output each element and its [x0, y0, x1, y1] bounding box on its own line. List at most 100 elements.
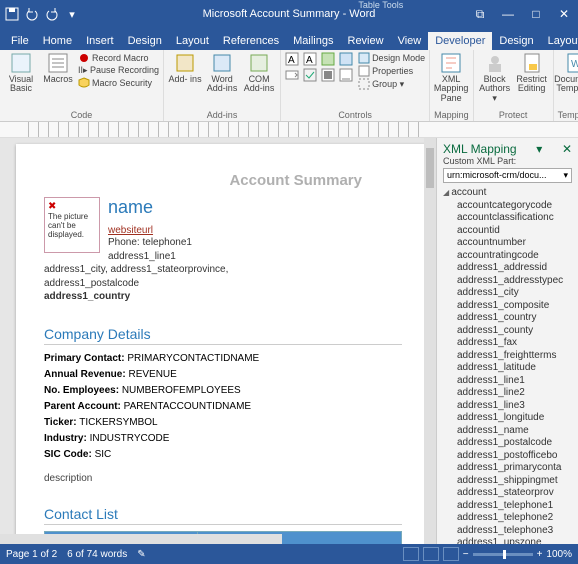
tree-node[interactable]: accountratingcode — [443, 250, 576, 263]
controls-gallery[interactable]: A A — [285, 52, 355, 82]
addr-line2[interactable]: address1_city, address1_stateorprovince, — [44, 264, 228, 275]
undo-icon[interactable] — [24, 6, 40, 22]
word-count[interactable]: 6 of 74 words — [67, 549, 127, 560]
detail-value[interactable]: PRIMARYCONTACTIDNAME — [127, 353, 259, 364]
detail-value[interactable]: PARENTACCOUNTIDNAME — [124, 401, 251, 412]
redo-icon[interactable] — [44, 6, 60, 22]
web-layout-button[interactable] — [443, 547, 459, 561]
group-button[interactable]: Group ▾ — [358, 78, 425, 90]
tree-node[interactable]: address1_country — [443, 312, 576, 325]
macro-security-button[interactable]: Macro Security — [78, 77, 159, 89]
design-mode-button[interactable]: Design Mode — [358, 52, 425, 64]
tree-root[interactable]: account — [443, 187, 576, 200]
pause-recording-button[interactable]: II▸ Pause Recording — [78, 65, 159, 76]
document-template-button[interactable]: WDocument Template — [558, 52, 578, 94]
tree-node[interactable]: address1_composite — [443, 300, 576, 313]
tree-node[interactable]: address1_telephone1 — [443, 500, 576, 513]
tab-view[interactable]: View — [391, 32, 429, 50]
spellcheck-icon[interactable]: ✎ — [137, 549, 145, 560]
ribbon-options-icon[interactable]: ⧉ — [470, 7, 490, 22]
tree-node[interactable]: address1_line3 — [443, 400, 576, 413]
tree-node[interactable]: address1_postofficebo — [443, 450, 576, 463]
com-addins-button[interactable]: COM Add-ins — [242, 52, 276, 94]
addr-postal[interactable]: address1_postalcode — [44, 278, 139, 289]
tree-node[interactable]: accountid — [443, 225, 576, 238]
print-layout-button[interactable] — [423, 547, 439, 561]
detail-value[interactable]: NUMBEROFEMPLOYEES — [122, 385, 241, 396]
tree-node[interactable]: address1_freightterms — [443, 350, 576, 363]
tree-node[interactable]: address1_primaryconta — [443, 462, 576, 475]
tree-node[interactable]: address1_telephone3 — [443, 525, 576, 538]
close-button[interactable]: ✕ — [554, 7, 574, 22]
detail-value[interactable]: SIC — [95, 449, 112, 460]
pane-close-button[interactable]: ✕ — [562, 142, 572, 156]
qat-dropdown-icon[interactable]: ▾ — [64, 6, 80, 22]
record-macro-button[interactable]: Record Macro — [78, 52, 159, 64]
tree-node[interactable]: address1_line1 — [443, 375, 576, 388]
properties-button[interactable]: Properties — [358, 65, 425, 77]
tab-home[interactable]: Home — [36, 32, 79, 50]
xml-tree[interactable]: account accountcategorycodeaccountclassi… — [437, 187, 578, 544]
restrict-editing-button[interactable]: Restrict Editing — [515, 52, 549, 94]
tab-references[interactable]: References — [216, 32, 286, 50]
group-code: Visual Basic Macros Record Macro II▸ Pau… — [0, 50, 164, 121]
maximize-button[interactable]: □ — [526, 7, 546, 22]
xml-mapping-pane-button[interactable]: XML Mapping Pane — [434, 52, 468, 103]
zoom-in-button[interactable]: + — [537, 549, 543, 560]
page[interactable]: Account Summary The picture can't be dis… — [16, 144, 430, 544]
detail-label: Ticker: — [44, 417, 77, 428]
tree-node[interactable]: address1_name — [443, 425, 576, 438]
tree-node[interactable]: address1_fax — [443, 337, 576, 350]
word-addins-button[interactable]: Word Add-ins — [205, 52, 239, 94]
zoom-slider[interactable] — [473, 553, 533, 556]
macros-button[interactable]: Macros — [41, 52, 75, 84]
tab-review[interactable]: Review — [341, 32, 391, 50]
tab-design[interactable]: Design — [121, 32, 169, 50]
document-area[interactable]: Account Summary The picture can't be dis… — [0, 138, 436, 544]
tree-node[interactable]: address1_telephone2 — [443, 512, 576, 525]
save-icon[interactable] — [4, 6, 20, 22]
minimize-button[interactable]: — — [498, 7, 518, 22]
phone-content-control[interactable]: telephone1 — [142, 237, 192, 248]
custom-xml-part-combo[interactable]: urn:microsoft-crm/docu... ▾ — [443, 168, 572, 183]
description-content-control[interactable]: description — [44, 473, 402, 484]
detail-value[interactable]: TICKERSYMBOL — [79, 417, 157, 428]
tree-node[interactable]: address1_latitude — [443, 362, 576, 375]
tab-insert[interactable]: Insert — [79, 32, 121, 50]
tree-node[interactable]: address1_longitude — [443, 412, 576, 425]
addr-country[interactable]: address1_country — [44, 291, 130, 302]
addr-line1[interactable]: address1_line1 — [108, 251, 176, 262]
read-mode-button[interactable] — [403, 547, 419, 561]
detail-value[interactable]: INDUSTRYCODE — [90, 433, 170, 444]
tree-node[interactable]: accountclassificationc — [443, 212, 576, 225]
pane-menu-icon[interactable]: ▾ — [536, 142, 542, 156]
tree-node[interactable]: address1_city — [443, 287, 576, 300]
addins-button[interactable]: Add- ins — [168, 52, 202, 84]
tree-node[interactable]: address1_county — [443, 325, 576, 338]
horizontal-scrollbar[interactable] — [0, 534, 282, 544]
tree-node[interactable]: address1_postalcode — [443, 437, 576, 450]
tree-node[interactable]: address1_addresstypec — [443, 275, 576, 288]
tree-node[interactable]: address1_shippingmet — [443, 475, 576, 488]
tab-developer[interactable]: Developer — [428, 32, 492, 50]
visual-basic-button[interactable]: Visual Basic — [4, 52, 38, 94]
vertical-scrollbar[interactable] — [424, 138, 436, 544]
page-indicator[interactable]: Page 1 of 2 — [6, 549, 57, 560]
detail-value[interactable]: REVENUE — [128, 369, 176, 380]
tab-layout[interactable]: Layout — [169, 32, 216, 50]
tree-node[interactable]: accountnumber — [443, 237, 576, 250]
tab-table-layout[interactable]: Layout — [541, 32, 578, 50]
main-area: Account Summary The picture can't be dis… — [0, 138, 578, 544]
tab-file[interactable]: File — [4, 32, 36, 50]
zoom-out-button[interactable]: − — [463, 549, 469, 560]
tree-node[interactable]: address1_line2 — [443, 387, 576, 400]
tree-node[interactable]: address1_upszone — [443, 537, 576, 544]
tree-node[interactable]: address1_addressid — [443, 262, 576, 275]
tree-node[interactable]: accountcategorycode — [443, 200, 576, 213]
block-authors-button[interactable]: Block Authors ▾ — [478, 52, 512, 103]
horizontal-ruler[interactable] — [0, 122, 578, 138]
tab-table-design[interactable]: Design — [492, 32, 540, 50]
tree-node[interactable]: address1_stateorprov — [443, 487, 576, 500]
tab-mailings[interactable]: Mailings — [286, 32, 340, 50]
zoom-level[interactable]: 100% — [546, 549, 572, 560]
